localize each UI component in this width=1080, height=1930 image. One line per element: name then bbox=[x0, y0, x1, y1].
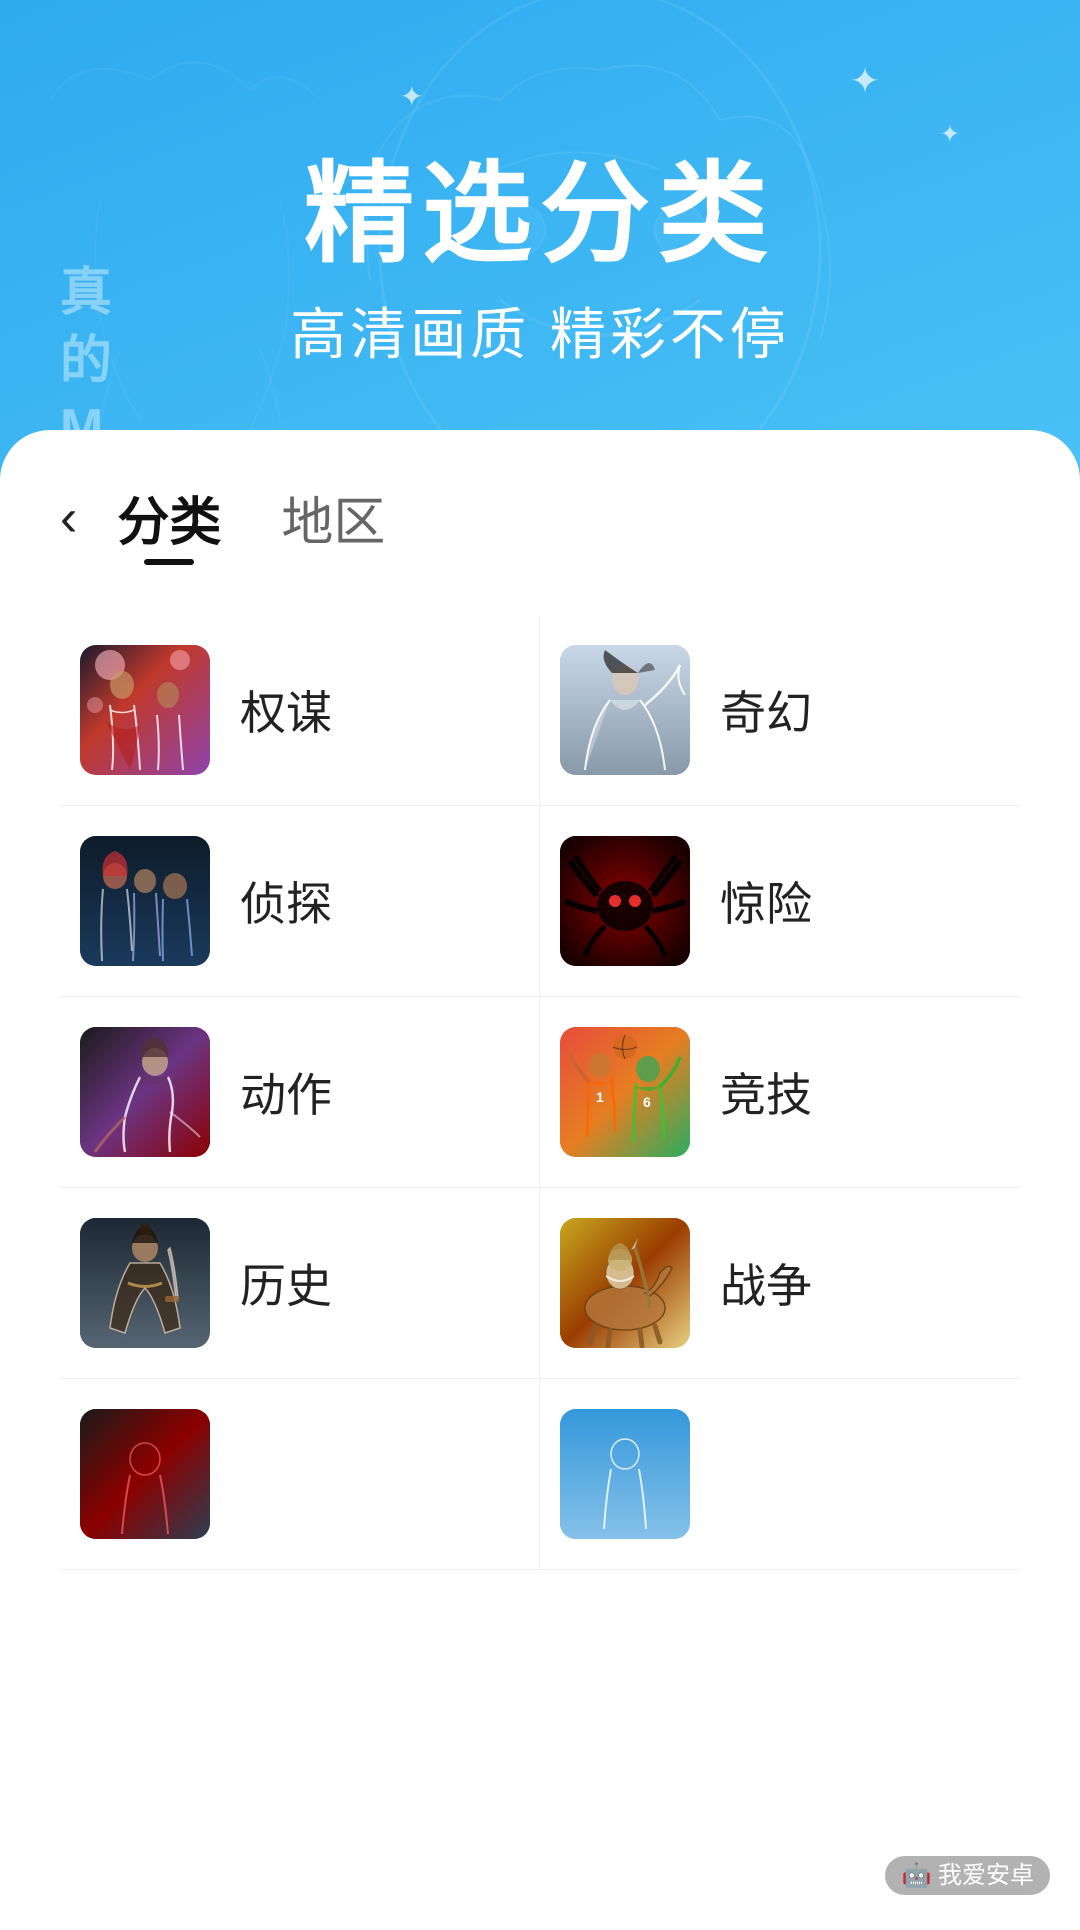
label-dongzuo: 动作 bbox=[240, 1059, 332, 1125]
svg-text:1: 1 bbox=[596, 1089, 604, 1105]
category-item-lishi[interactable]: 历史 bbox=[60, 1188, 540, 1379]
thumb-bottom1 bbox=[80, 1409, 210, 1539]
thumb-quanmou bbox=[80, 645, 210, 775]
category-item-bottom1[interactable] bbox=[60, 1379, 540, 1570]
thumb-qihuan bbox=[560, 645, 690, 775]
label-jingxian: 惊险 bbox=[720, 868, 812, 934]
category-item-jingji[interactable]: 1 6 bbox=[540, 997, 1020, 1188]
category-card: ‹ 分类 地区 bbox=[0, 430, 1080, 1930]
hero-subtitle: 高清画质 精彩不停 bbox=[0, 290, 1080, 371]
thumb-jingxian: CIVILWAR3 bbox=[560, 836, 690, 966]
tab-diqu[interactable]: 地区 bbox=[281, 480, 385, 555]
svg-text:6: 6 bbox=[643, 1094, 651, 1110]
category-item-bottom2[interactable] bbox=[540, 1379, 1020, 1570]
category-item-dongzuo[interactable]: FallenSoul bbox=[60, 997, 540, 1188]
category-item-qihuan[interactable]: 奇幻 bbox=[540, 615, 1020, 806]
tab-fenlei[interactable]: 分类 bbox=[117, 480, 221, 555]
label-zhanzhan: 战争 bbox=[720, 1250, 812, 1316]
thumb-dongzuo: FallenSoul bbox=[80, 1027, 210, 1157]
label-quanmou: 权谋 bbox=[240, 677, 332, 743]
category-grid: 权谋 bbox=[60, 615, 1020, 1570]
label-lishi: 历史 bbox=[240, 1250, 332, 1316]
thumb-zhenthan bbox=[80, 836, 210, 966]
label-qihuan: 奇幻 bbox=[720, 677, 812, 743]
category-item-jingxian[interactable]: CIVILWAR3 bbox=[540, 806, 1020, 997]
category-item-zhenthan[interactable]: 侦探 bbox=[60, 806, 540, 997]
category-item-zhanzhan[interactable]: 战争 bbox=[540, 1188, 1020, 1379]
label-jingji: 竞技 bbox=[720, 1059, 812, 1125]
back-button[interactable]: ‹ bbox=[60, 492, 77, 544]
category-item-quanmou[interactable]: 权谋 bbox=[60, 615, 540, 806]
label-zhenthan: 侦探 bbox=[240, 868, 332, 934]
watermark: 🤖 我爱安卓 bbox=[885, 1855, 1050, 1890]
thumb-jingji: 1 6 bbox=[560, 1027, 690, 1157]
thumb-lishi bbox=[80, 1218, 210, 1348]
hero-content: 精选分类 高清画质 精彩不停 bbox=[0, 0, 1080, 371]
thumb-zhanzhan bbox=[560, 1218, 690, 1348]
tab-bar: ‹ 分类 地区 bbox=[60, 430, 1020, 585]
hero-title: 精选分类 bbox=[0, 160, 1080, 270]
thumb-bottom2 bbox=[560, 1409, 690, 1539]
